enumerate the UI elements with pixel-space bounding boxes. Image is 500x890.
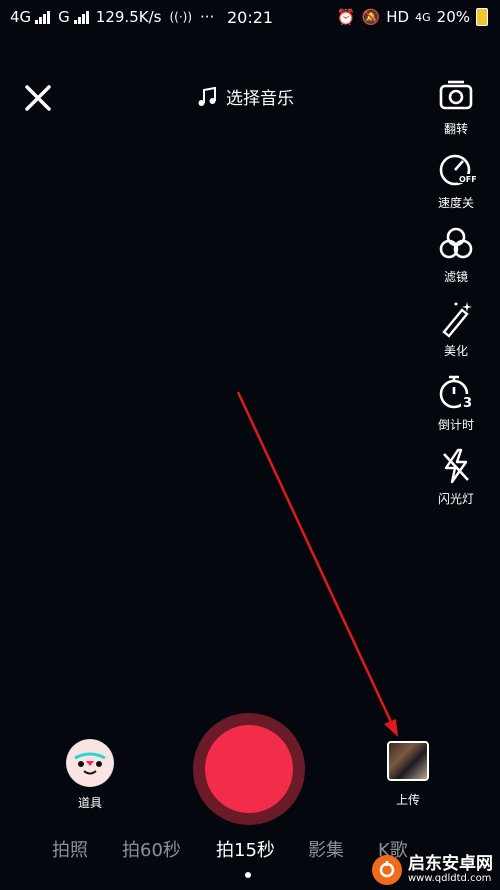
watermark-logo-icon	[372, 855, 402, 885]
watermark-url: www.qdldtd.com	[408, 872, 492, 884]
watermark-name: 启东安卓网	[408, 853, 493, 874]
watermark: 启东安卓网 www.qdldtd.com	[372, 850, 500, 890]
annotation-arrow	[236, 391, 398, 737]
